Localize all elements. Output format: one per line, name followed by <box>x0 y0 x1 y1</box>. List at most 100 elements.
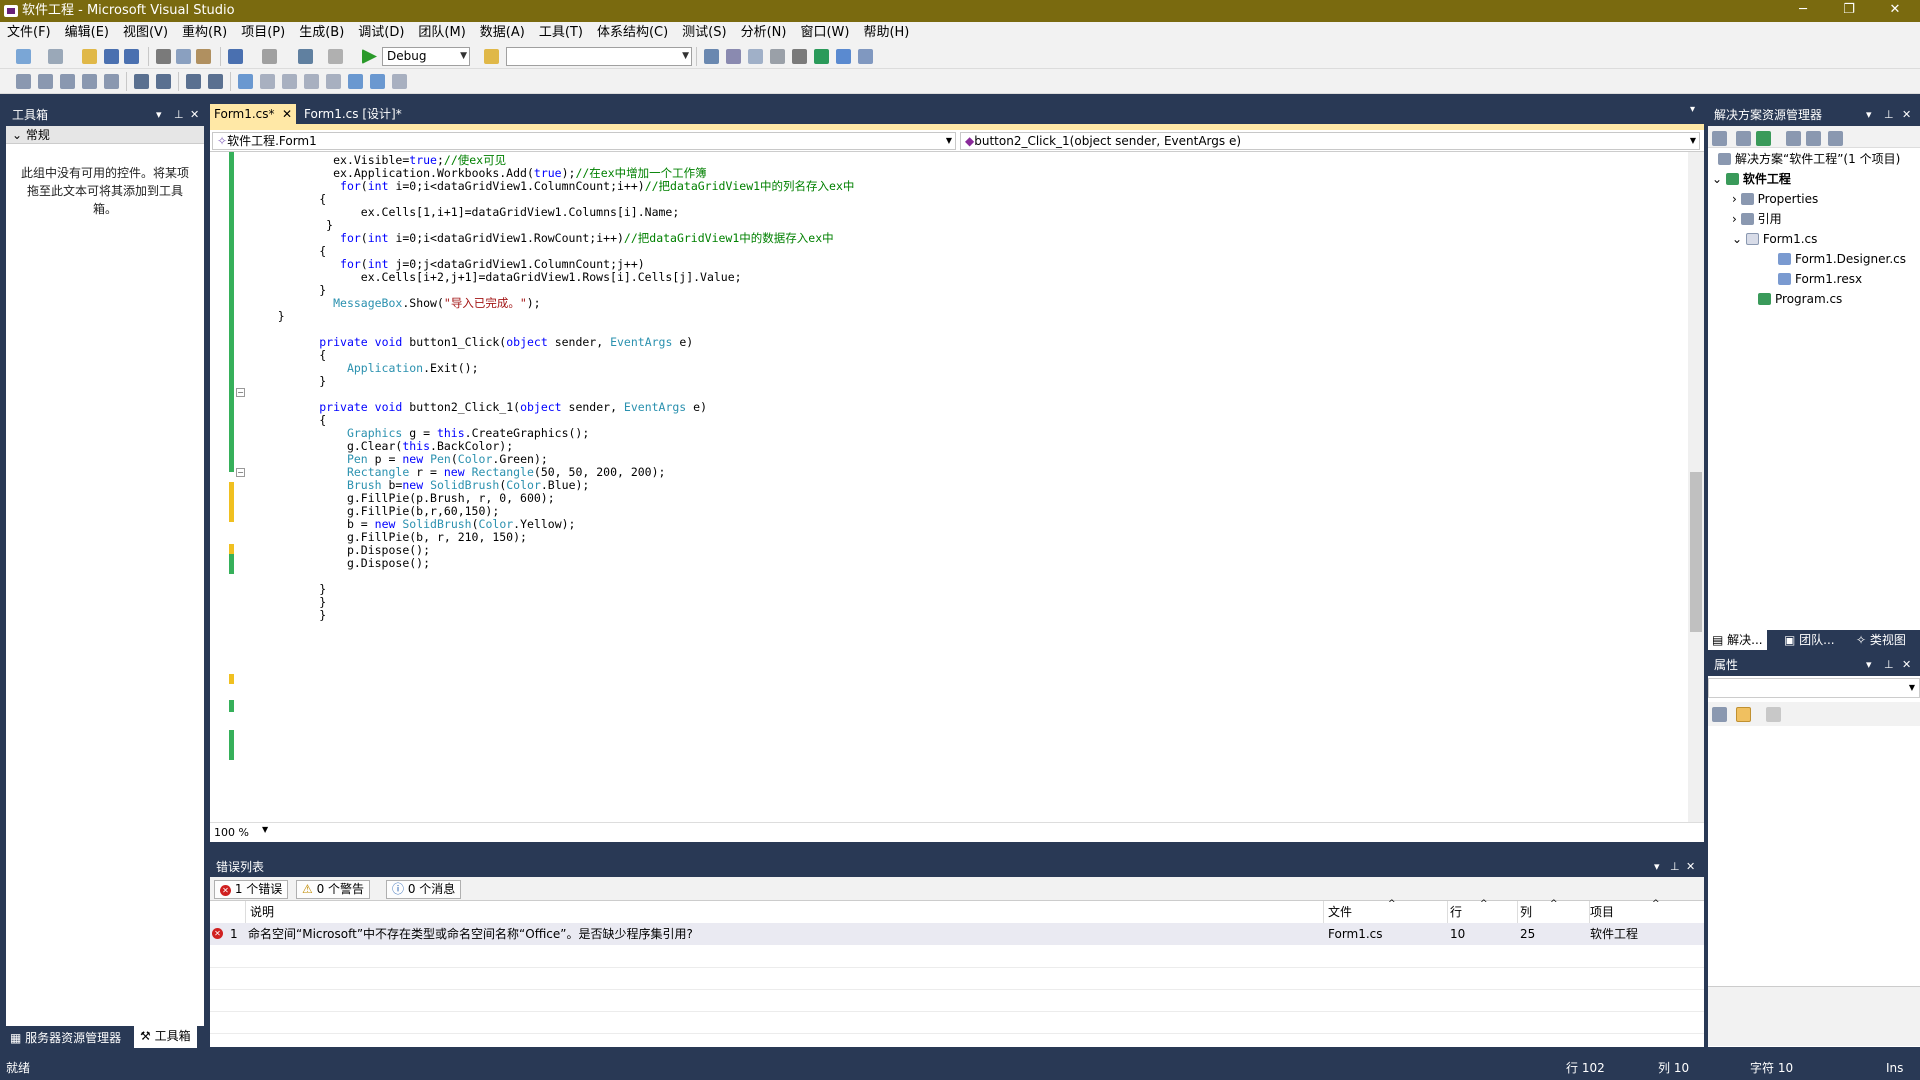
tree-item-program[interactable]: Program.cs <box>1758 290 1842 308</box>
solution-explorer-icon[interactable] <box>704 49 719 64</box>
warnings-filter-button[interactable]: ⚠ 0 个警告 <box>296 880 371 899</box>
object-selector[interactable]: ▼ <box>1708 678 1920 698</box>
view-code-icon[interactable] <box>1786 131 1801 146</box>
tree-item-references[interactable]: › 引用 <box>1732 210 1782 228</box>
menu-test[interactable]: 测试(S) <box>675 22 733 44</box>
menu-edit[interactable]: 编辑(E) <box>58 22 116 44</box>
dropdown-arrow-icon[interactable]: ▾ <box>156 104 162 126</box>
menu-team[interactable]: 团队(M) <box>411 22 472 44</box>
uncomment-icon[interactable] <box>208 74 223 89</box>
scroll-thumb[interactable] <box>1690 472 1702 632</box>
project-node[interactable]: ⌄ 软件工程 <box>1712 170 1791 188</box>
tab-solution-explorer[interactable]: ▤ 解决... <box>1708 630 1767 650</box>
pin-icon[interactable]: ⊥ <box>1670 857 1680 877</box>
tab-server-explorer[interactable]: ▦ 服务器资源管理器 <box>10 1028 121 1048</box>
categorized-icon[interactable] <box>1712 707 1727 722</box>
column-description[interactable]: 说明 <box>250 901 1324 923</box>
column-file[interactable]: 文件 ^ <box>1328 899 1448 923</box>
close-icon[interactable]: ✕ <box>1902 104 1911 126</box>
bookmark-folder-prev-icon[interactable] <box>304 74 319 89</box>
start-page-icon[interactable] <box>814 49 829 64</box>
toolbox-section-general[interactable]: ⌄ 常规 <box>6 126 204 144</box>
add-item-icon[interactable] <box>48 49 63 64</box>
decrease-indent-icon[interactable] <box>134 74 149 89</box>
pin-icon[interactable]: ⊥ <box>1884 104 1894 126</box>
tab-team-explorer[interactable]: ▣ 团队... <box>1784 630 1835 650</box>
code-editor[interactable]: − − ex.Visible=true;//使ex可见 ex.Applicati… <box>210 152 1688 822</box>
close-icon[interactable]: ✕ <box>282 104 292 124</box>
alphabetical-icon[interactable] <box>1736 707 1751 722</box>
errors-filter-button[interactable]: ✕ 1 个错误 <box>214 880 289 899</box>
bookmark-file-next-icon[interactable] <box>370 74 385 89</box>
pin-icon[interactable]: ⊥ <box>1884 654 1894 676</box>
bookmark-folder-next-icon[interactable] <box>326 74 341 89</box>
find-in-files-icon[interactable] <box>484 49 499 64</box>
minimize-button[interactable]: ─ <box>1780 0 1826 22</box>
solution-root-node[interactable]: 解决方案“软件工程”(1 个项目) <box>1718 150 1900 168</box>
dropdown-arrow-icon[interactable]: ▾ <box>1654 857 1660 877</box>
more-windows-icon[interactable] <box>858 49 873 64</box>
menu-file[interactable]: 文件(F) <box>0 22 58 44</box>
column-column[interactable]: 列 ^ <box>1520 899 1590 923</box>
chevron-down-icon[interactable]: ▼ <box>262 825 268 834</box>
dropdown-arrow-icon[interactable]: ▾ <box>1866 654 1872 676</box>
pin-icon[interactable]: ⊥ <box>174 104 184 126</box>
comment-out-icon[interactable] <box>186 74 201 89</box>
solution-configuration-select[interactable]: Debug ▼ <box>382 47 470 66</box>
navigate-forward-icon[interactable] <box>328 49 343 64</box>
new-project-icon[interactable] <box>16 49 31 64</box>
menu-architecture[interactable]: 体系结构(C) <box>590 22 675 44</box>
open-file-icon[interactable] <box>82 49 97 64</box>
redo-icon[interactable] <box>262 49 277 64</box>
tab-toolbox[interactable]: ⚒ 工具箱 <box>134 1026 197 1048</box>
class-diagram-icon[interactable] <box>1828 131 1843 146</box>
word-completion-icon[interactable] <box>82 74 97 89</box>
start-debugging-icon[interactable] <box>362 49 377 64</box>
tab-form1-cs[interactable]: Form1.cs* ✕ <box>210 104 296 124</box>
messages-filter-button[interactable]: ⓘ 0 个消息 <box>386 880 462 899</box>
undo-icon[interactable] <box>228 49 243 64</box>
quick-info-icon[interactable] <box>60 74 75 89</box>
toolbox-icon[interactable] <box>770 49 785 64</box>
close-icon[interactable]: ✕ <box>1686 857 1695 877</box>
editor-vertical-scrollbar[interactable] <box>1688 152 1704 822</box>
show-all-files-icon[interactable] <box>1736 131 1751 146</box>
menu-tools[interactable]: 工具(T) <box>532 22 590 44</box>
property-pages-icon[interactable] <box>1766 707 1781 722</box>
close-icon[interactable]: ✕ <box>190 104 199 126</box>
menu-window[interactable]: 窗口(W) <box>793 22 856 44</box>
tree-item-form1[interactable]: ⌄ Form1.cs <box>1732 230 1817 248</box>
dropdown-arrow-icon[interactable]: ▾ <box>1866 104 1872 126</box>
toggle-bookmark-icon[interactable] <box>238 74 253 89</box>
menu-help[interactable]: 帮助(H) <box>856 22 916 44</box>
menu-project[interactable]: 项目(P) <box>234 22 292 44</box>
outdent-icon[interactable] <box>104 74 119 89</box>
menu-refactor[interactable]: 重构(R) <box>175 22 234 44</box>
navigate-backward-icon[interactable] <box>298 49 313 64</box>
close-icon[interactable]: ✕ <box>1902 654 1911 676</box>
tab-form1-designer[interactable]: Form1.cs [设计]* <box>300 104 420 124</box>
view-designer-icon[interactable] <box>1806 131 1821 146</box>
tab-class-view[interactable]: ✧ 类视图 <box>1856 630 1906 650</box>
menu-build[interactable]: 生成(B) <box>292 22 351 44</box>
tree-item-properties[interactable]: › Properties <box>1732 190 1818 208</box>
zoom-level[interactable]: 100 % <box>214 826 249 839</box>
properties-window-icon[interactable] <box>726 49 741 64</box>
paste-icon[interactable] <box>196 49 211 64</box>
copy-icon[interactable] <box>176 49 191 64</box>
restore-button[interactable]: ❐ <box>1826 0 1872 22</box>
column-line[interactable]: 行 ^ <box>1450 899 1518 923</box>
tab-dropdown-icon[interactable]: ▾ <box>1690 104 1695 115</box>
column-project[interactable]: 项目 ^ <box>1590 899 1704 923</box>
save-all-icon[interactable] <box>124 49 139 64</box>
close-window-button[interactable]: ✕ <box>1872 0 1918 22</box>
type-dropdown[interactable]: ✧软件工程.Form1 ▼ <box>212 132 956 150</box>
object-browser-icon[interactable] <box>748 49 763 64</box>
menu-data[interactable]: 数据(A) <box>473 22 532 44</box>
menu-view[interactable]: 视图(V) <box>116 22 175 44</box>
tree-item-form1-resx[interactable]: Form1.resx <box>1778 270 1862 288</box>
find-combo[interactable]: ▼ <box>506 47 692 66</box>
clear-bookmarks-icon[interactable] <box>392 74 407 89</box>
properties-icon[interactable] <box>1712 131 1727 146</box>
refresh-icon[interactable] <box>1756 131 1771 146</box>
